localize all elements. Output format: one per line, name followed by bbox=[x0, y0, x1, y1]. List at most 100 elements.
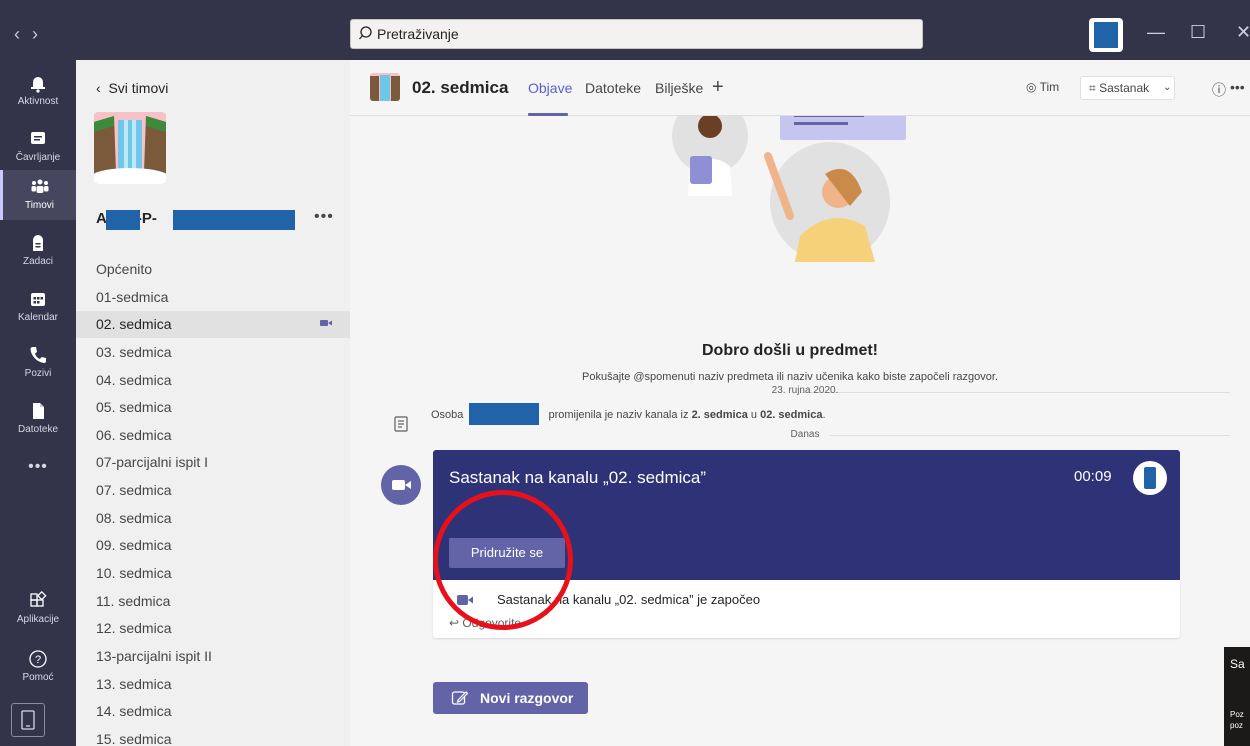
channel-item[interactable]: 10. sedmica bbox=[76, 560, 350, 587]
apps-icon bbox=[30, 590, 47, 607]
channel-item[interactable]: 15. sedmica bbox=[76, 726, 350, 746]
toast-line: poz bbox=[1230, 721, 1243, 730]
svg-text:?: ? bbox=[35, 654, 41, 666]
redaction-block bbox=[1094, 22, 1118, 48]
back-label: Svi timovi bbox=[108, 80, 169, 96]
toast-body: Poz poz bbox=[1230, 709, 1244, 731]
redaction-block bbox=[469, 403, 539, 425]
chevron-down-icon[interactable]: ⌄ bbox=[1163, 77, 1171, 99]
info-icon[interactable]: ⓘ bbox=[1212, 80, 1226, 100]
channel-item[interactable]: 05. sedmica bbox=[76, 394, 350, 421]
toast-line: Poz bbox=[1230, 710, 1244, 719]
channel-item[interactable]: 08. sedmica bbox=[76, 505, 350, 532]
search-icon bbox=[359, 26, 372, 40]
add-tab-button[interactable]: + bbox=[712, 76, 724, 99]
tab-files[interactable]: Datoteke bbox=[585, 80, 641, 96]
rail-more-button[interactable]: ••• bbox=[0, 452, 76, 502]
welcome-subtitle: Pokušajte @spomenuti naziv predmeta ili … bbox=[582, 371, 998, 383]
rail-item-chat[interactable]: Čavrljanje bbox=[0, 122, 76, 172]
channel-item[interactable]: 12. sedmica bbox=[76, 615, 350, 642]
back-arrow-icon[interactable]: ‹ bbox=[14, 24, 32, 44]
welcome-illustration: @ bbox=[672, 116, 906, 262]
device-icon bbox=[21, 710, 35, 730]
meeting-in-progress-icon bbox=[320, 320, 332, 326]
app-rail: Aktivnost Čavrljanje Timovi Zadaci Kalen… bbox=[0, 60, 76, 746]
teams-sidebar: ‹ Svi timovi A -P- ••• Općenito 01-sedmic… bbox=[76, 60, 350, 746]
close-icon[interactable]: ✕ bbox=[1236, 22, 1250, 43]
welcome-title: Dobro došli u predmet! bbox=[702, 342, 878, 359]
rail-item-assignments[interactable]: Zadaci bbox=[0, 226, 76, 276]
event-text: Osoba bbox=[431, 409, 464, 421]
search-placeholder: Pretraživanje bbox=[377, 26, 459, 42]
channel-item[interactable]: 01-sedmica bbox=[76, 284, 350, 311]
rail-label: Pozivi bbox=[24, 368, 52, 379]
team-button[interactable]: ◎ Tim bbox=[1018, 76, 1072, 100]
team-more-options-button[interactable]: ••• bbox=[314, 208, 334, 226]
minimize-icon[interactable]: — bbox=[1147, 22, 1165, 43]
mobile-device-icon[interactable] bbox=[11, 703, 45, 737]
meeting-avatar bbox=[381, 465, 421, 505]
channel-item[interactable]: 13. sedmica bbox=[76, 671, 350, 698]
notification-toast[interactable]: Sa Poz poz bbox=[1224, 647, 1250, 746]
new-conversation-button[interactable]: Novi razgovor bbox=[433, 682, 588, 714]
channel-team-icon bbox=[370, 73, 400, 101]
history-nav: ‹› bbox=[14, 24, 50, 45]
forward-arrow-icon[interactable]: › bbox=[32, 24, 50, 44]
rail-item-calls[interactable]: Pozivi bbox=[0, 338, 76, 388]
calendar-icon bbox=[31, 293, 45, 306]
rail-label: Pomoć bbox=[22, 672, 54, 683]
reply-arrow-icon: ↩ bbox=[449, 616, 463, 630]
rail-item-apps[interactable]: Aplikacije bbox=[0, 584, 76, 634]
event-old-name: 2. sedmica bbox=[691, 409, 748, 421]
channel-header: 02. sedmica Objave Datoteke Bilješke + ◎… bbox=[350, 60, 1250, 116]
compose-icon bbox=[451, 691, 469, 705]
channel-item[interactable]: 07. sedmica bbox=[76, 477, 350, 504]
help-icon: ? bbox=[29, 650, 47, 668]
date-separator: Danas bbox=[790, 429, 820, 440]
channel-label: 02. sedmica bbox=[96, 316, 172, 332]
tab-notes[interactable]: Bilješke bbox=[655, 80, 703, 96]
meeting-title: Sastanak na kanalu „02. sedmica” bbox=[449, 468, 707, 487]
channel-item[interactable]: 13-parcijalni ispit II bbox=[76, 643, 350, 670]
channel-item[interactable]: 03. sedmica bbox=[76, 339, 350, 366]
rail-label: Kalendar bbox=[17, 312, 59, 323]
redaction-block bbox=[173, 210, 295, 230]
rail-label: Zadaci bbox=[22, 256, 53, 267]
all-teams-link[interactable]: ‹ Svi timovi bbox=[96, 80, 168, 96]
rail-label: Čavrljanje bbox=[15, 152, 61, 163]
files-icon bbox=[33, 403, 44, 419]
meet-button[interactable]: ⌗ Sastanak ⌄ bbox=[1080, 76, 1175, 100]
chat-icon bbox=[31, 132, 45, 144]
channel-item[interactable]: 11. sedmica bbox=[76, 588, 350, 615]
rail-item-calendar[interactable]: Kalendar bbox=[0, 282, 76, 332]
meeting-duration: 00:09 bbox=[1074, 468, 1112, 485]
channel-item[interactable]: 09. sedmica bbox=[76, 532, 350, 559]
channel-item[interactable]: 07-parcijalni ispit I bbox=[76, 449, 350, 476]
tab-posts[interactable]: Objave bbox=[528, 80, 572, 96]
rail-label: Timovi bbox=[24, 200, 55, 211]
teams-icon bbox=[31, 179, 48, 193]
team-button-label: Tim bbox=[1039, 80, 1060, 94]
channel-item-active[interactable]: 02. sedmica bbox=[76, 311, 350, 338]
rail-item-help[interactable]: ? Pomoć bbox=[0, 642, 76, 692]
participant-avatar[interactable] bbox=[1133, 461, 1167, 495]
channel-item[interactable]: 06. sedmica bbox=[76, 422, 350, 449]
waterfall-image bbox=[94, 112, 166, 184]
maximize-icon[interactable]: ☐ bbox=[1190, 22, 1206, 43]
rail-item-teams[interactable]: Timovi bbox=[0, 170, 76, 220]
date-separator: 23. rujna 2020. bbox=[771, 385, 839, 396]
profile-avatar[interactable] bbox=[1089, 18, 1123, 52]
assignments-icon bbox=[33, 235, 43, 251]
channel-item[interactable]: 04. sedmica bbox=[76, 367, 350, 394]
search-input[interactable]: Pretraživanje bbox=[350, 19, 923, 49]
bell-icon bbox=[31, 77, 45, 93]
rail-item-files[interactable]: Datoteke bbox=[0, 394, 76, 444]
title-bar: ‹› Pretraživanje — ☐ ✕ bbox=[0, 0, 1250, 60]
phone-icon bbox=[30, 347, 46, 363]
toast-title: Sa bbox=[1230, 657, 1245, 671]
team-avatar bbox=[94, 112, 166, 184]
channel-item[interactable]: Općenito bbox=[76, 256, 350, 283]
channel-item[interactable]: 14. sedmica bbox=[76, 698, 350, 725]
more-options-button[interactable]: ••• bbox=[1230, 79, 1245, 95]
rail-item-activity[interactable]: Aktivnost bbox=[0, 66, 76, 116]
